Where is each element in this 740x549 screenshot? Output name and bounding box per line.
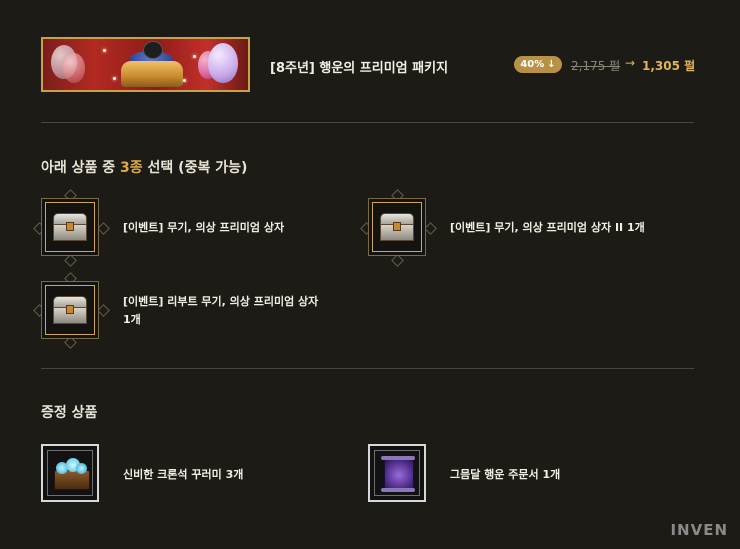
original-price: 2,175 펄: [571, 59, 621, 73]
down-arrow-icon: ↓: [547, 59, 556, 70]
divider: [41, 368, 694, 369]
frame-ornament: [97, 222, 110, 235]
frame-ornament: [64, 254, 77, 267]
gem-chest-icon: [52, 458, 90, 490]
divider: [41, 122, 694, 123]
item-label: [이벤트] 무기, 의상 프리미엄 상자 II 1개: [450, 221, 645, 234]
right-arrow-icon: →: [625, 56, 636, 70]
treasure-chest-icon: [380, 213, 414, 241]
frame-ornament: [391, 254, 404, 267]
sale-price: 1,305 펄: [642, 59, 696, 73]
gift-slot-luck-scroll[interactable]: [368, 444, 426, 502]
item-slot-premium-chest-ii[interactable]: [368, 198, 426, 256]
gift-label: 신비한 크론석 꾸러미 3개: [123, 468, 244, 481]
item-label: [이벤트] 리부트 무기, 의상 프리미엄 상자 1개: [123, 295, 319, 326]
item-slot-premium-chest[interactable]: [41, 198, 99, 256]
selection-heading: 아래 상품 중 3종 선택 (중복 가능): [41, 160, 248, 176]
frame-ornament: [424, 222, 437, 235]
package-banner-image: [41, 37, 250, 92]
item-label: [이벤트] 무기, 의상 프리미엄 상자: [123, 221, 285, 234]
gift-heading: 증정 상품: [41, 405, 98, 421]
treasure-chest-icon: [53, 296, 87, 324]
treasure-chest-icon: [53, 213, 87, 241]
item-slot-reboot-chest[interactable]: [41, 281, 99, 339]
frame-ornament: [97, 304, 110, 317]
inven-watermark: INVEN: [670, 521, 728, 539]
discount-badge: 40% ↓: [514, 56, 562, 73]
scroll-icon: [381, 456, 415, 492]
gift-label: 그믐달 행운 주문서 1개: [450, 468, 561, 481]
gift-slot-cronstone-bundle[interactable]: [41, 444, 99, 502]
package-title: [8주년] 행운의 프리미엄 패키지: [270, 61, 449, 76]
